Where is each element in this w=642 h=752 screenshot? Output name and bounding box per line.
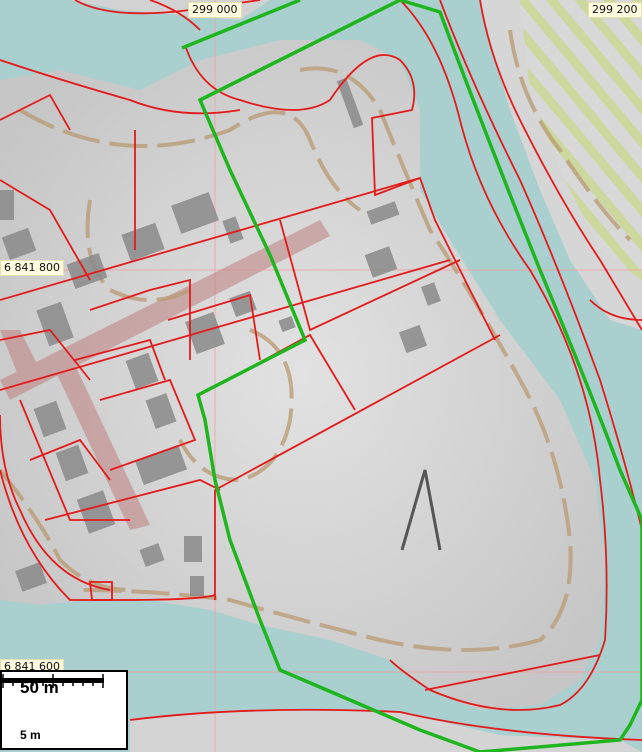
coord-x-right: 299 200 bbox=[588, 2, 642, 18]
scale-bar: 50 m 5 m bbox=[0, 670, 128, 750]
coord-y-upper: 6 841 800 bbox=[0, 260, 64, 276]
map-canvas bbox=[0, 0, 642, 752]
coord-x-left: 299 000 bbox=[188, 2, 242, 18]
map-view[interactable]: 299 000 299 200 6 841 800 6 841 600 50 m… bbox=[0, 0, 642, 752]
scale-minor-label: 5 m bbox=[20, 728, 41, 742]
scale-ruler bbox=[2, 674, 104, 688]
